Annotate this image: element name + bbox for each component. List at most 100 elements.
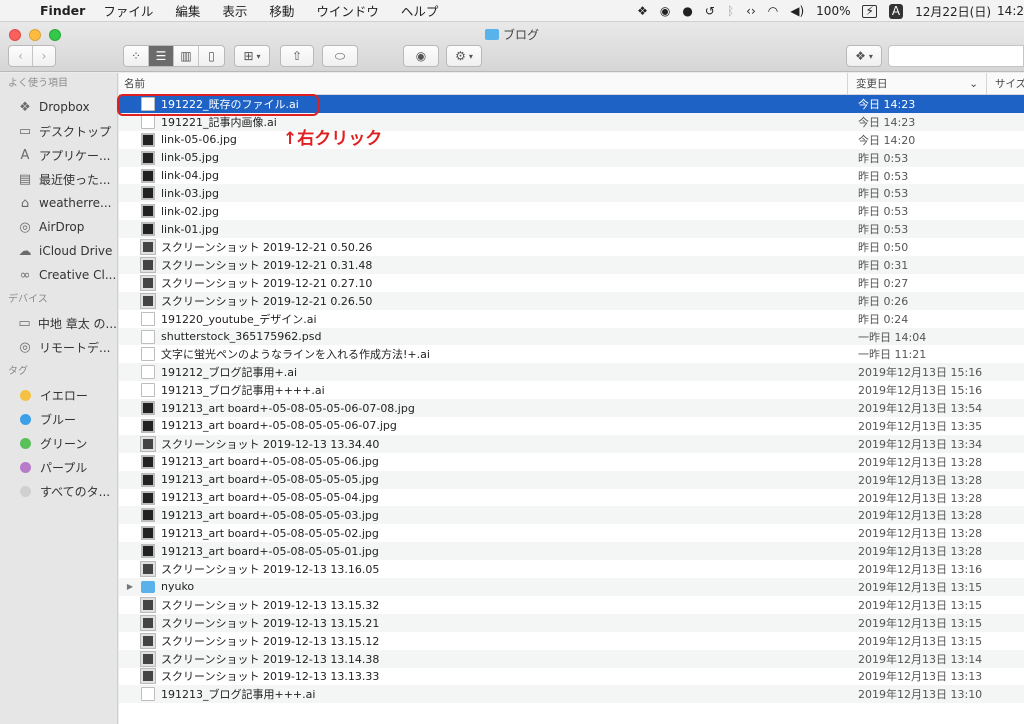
file-row[interactable]: link-03.jpg 昨日 0:53 [119, 184, 1024, 203]
sidebar-tag-label: ブルー [40, 412, 77, 427]
volume-icon[interactable]: ◀) [790, 4, 804, 18]
dropbox-button[interactable]: ❖ ▾ [846, 45, 882, 67]
menubar-time[interactable]: 14:2 [997, 4, 1024, 18]
code-icon[interactable]: ‹› [746, 4, 756, 18]
file-row[interactable]: スクリーンショット 2019-12-21 0.26.50 昨日 0:26 [119, 291, 1024, 310]
file-modified-date: 2019年12月13日 13:15 [858, 634, 983, 648]
input-source-icon[interactable]: A [888, 3, 904, 19]
screenshot-file-icon [140, 650, 156, 667]
wifi-icon[interactable]: ◠ [768, 4, 778, 18]
file-modified-date: 今日 14:20 [858, 133, 916, 147]
sidebar-item[interactable]: ❖ Dropbox [0, 95, 117, 119]
sidebar-item[interactable]: A アプリケー... [0, 143, 117, 167]
file-row[interactable]: 191213_art board+-05-08-05-05-05.jpg 2019… [119, 470, 1024, 489]
screenshot-file-icon [140, 292, 156, 309]
sidebar-item-label: AirDrop [39, 220, 85, 234]
file-modified-date: 2019年12月13日 13:28 [858, 455, 983, 469]
menu-go[interactable]: 移動 [269, 1, 294, 20]
file-row[interactable]: shutterstock_365175962.psd 一昨日 14:04 [119, 327, 1024, 346]
document-icon [141, 114, 155, 129]
bluetooth-icon[interactable]: ᛒ [727, 4, 734, 18]
action-button[interactable]: ⚙ ▾ [446, 45, 482, 67]
icon-view-icon[interactable]: ⁘ [124, 46, 149, 66]
share-button[interactable]: ⇧ [280, 45, 314, 67]
file-row[interactable]: 191213_ブログ記事用++++.ai 2019年12月13日 15:16 [119, 381, 1024, 400]
menubar-date[interactable]: 12月22日(日) [915, 3, 991, 20]
file-row[interactable]: スクリーンショット 2019-12-13 13.16.05 2019年12月13日… [119, 560, 1024, 579]
tags-button[interactable]: ⬭ [322, 45, 358, 67]
document-icon [141, 329, 155, 344]
file-row[interactable]: スクリーンショット 2019-12-13 13.15.21 2019年12月13日… [119, 613, 1024, 632]
time-machine-icon[interactable]: ↺ [705, 4, 715, 18]
image-file-icon [141, 168, 155, 183]
forward-button[interactable]: › [33, 46, 55, 66]
sidebar-item[interactable]: ⌂ weatherre... [0, 191, 117, 215]
cover-flow-icon[interactable]: ▯ [199, 46, 224, 66]
sidebar-item[interactable]: ☁ iCloud Drive [0, 239, 117, 263]
column-date-header[interactable]: 変更日 ⌄ [848, 73, 987, 94]
file-row[interactable]: スクリーンショット 2019-12-13 13.15.12 2019年12月13日… [119, 631, 1024, 650]
battery-percent[interactable]: 100% [816, 4, 850, 18]
file-modified-date: 2019年12月13日 13:13 [858, 670, 983, 684]
file-row[interactable]: 191213_art board+-05-08-05-05-03.jpg 2019… [119, 506, 1024, 525]
list-view-icon[interactable]: ☰ [149, 46, 174, 66]
quick-look-button[interactable]: ◉ [403, 45, 439, 67]
search-input[interactable] [888, 45, 1024, 67]
disclosure-triangle-icon[interactable]: ▶ [119, 582, 141, 591]
sidebar-tag-item[interactable]: グリーン [0, 431, 117, 455]
file-row[interactable]: link-02.jpg 昨日 0:53 [119, 202, 1024, 221]
sidebar-item[interactable]: ▭ 中地 章太 の... [0, 311, 117, 335]
file-row[interactable]: スクリーンショット 2019-12-21 0.50.26 昨日 0:50 [119, 238, 1024, 257]
column-name-header[interactable]: 名前 [119, 73, 848, 94]
home-icon: ⌂ [20, 195, 30, 211]
file-row[interactable]: 191213_art board+-05-08-05-05-06-07.jpg 2… [119, 417, 1024, 435]
sidebar-tag-item[interactable]: パープル [0, 455, 117, 479]
window-toolbar: ブログ ‹ › ⁘ ☰ ▥ ▯ ⊞ ▾ ⇧ ⬭ ◉ ⚙ ▾ ❖ ▾ [0, 22, 1024, 72]
sidebar-tag-item[interactable]: イエロー [0, 383, 117, 407]
sidebar-tag-item[interactable]: ブルー [0, 407, 117, 431]
creative-cloud-status-icon[interactable]: ◉ [660, 4, 670, 18]
file-row[interactable]: 191213_art board+-05-08-05-05-06.jpg 2019… [119, 452, 1024, 471]
file-row[interactable]: 191213_art board+-05-08-05-05-04.jpg 2019… [119, 488, 1024, 507]
file-modified-date: 今日 14:23 [858, 97, 916, 111]
sidebar-item[interactable]: ◎ AirDrop [0, 215, 117, 239]
file-row[interactable]: 191213_art board+-05-08-05-05-06-07-08.j… [119, 399, 1024, 418]
file-name: link-05-06.jpg [161, 133, 237, 147]
menu-app-name[interactable]: Finder [40, 3, 85, 18]
dropbox-status-icon[interactable]: ❖ [637, 4, 648, 18]
back-button[interactable]: ‹ [9, 46, 33, 66]
column-view-icon[interactable]: ▥ [174, 46, 199, 66]
file-row[interactable]: スクリーンショット 2019-12-21 0.27.10 昨日 0:27 [119, 273, 1024, 292]
file-row[interactable]: スクリーンショット 2019-12-13 13.15.32 2019年12月13日… [119, 595, 1024, 614]
menu-view[interactable]: 表示 [222, 1, 247, 20]
file-row[interactable]: スクリーンショット 2019-12-13 13.34.40 2019年12月13日… [119, 434, 1024, 453]
file-row[interactable]: スクリーンショット 2019-12-21 0.31.48 昨日 0:31 [119, 256, 1024, 274]
menu-edit[interactable]: 編集 [175, 1, 200, 20]
sidebar-item[interactable]: ▭ デスクトップ [0, 119, 117, 143]
file-row[interactable]: ▶ nyuko 2019年12月13日 13:15 [119, 578, 1024, 596]
menu-file[interactable]: ファイル [103, 1, 153, 20]
file-row[interactable]: 191213_art board+-05-08-05-05-02.jpg 2019… [119, 524, 1024, 543]
file-row[interactable]: スクリーンショット 2019-12-13 13.14.38 2019年12月13日… [119, 649, 1024, 668]
file-row[interactable]: 191220_youtube_デザイン.ai 昨日 0:24 [119, 309, 1024, 328]
file-row[interactable]: 文字に蛍光ペンのようなラインを入れる作成方法!+.ai 一昨日 11:21 [119, 345, 1024, 364]
arrange-button[interactable]: ⊞ ▾ [234, 45, 270, 67]
menu-help[interactable]: ヘルプ [401, 1, 439, 20]
file-row[interactable]: link-05.jpg 昨日 0:53 [119, 148, 1024, 167]
menu-window[interactable]: ウインドウ [316, 1, 379, 20]
line-status-icon[interactable]: ● [682, 4, 692, 18]
sidebar-item[interactable]: ∞ Creative Cl... [0, 263, 117, 287]
file-row[interactable]: link-01.jpg 昨日 0:53 [119, 220, 1024, 239]
sidebar-item[interactable]: ▤ 最近使った... [0, 167, 117, 191]
file-row[interactable]: 191212_ブログ記事用+.ai 2019年12月13日 15:16 [119, 363, 1024, 382]
column-size-header[interactable]: サイズ [987, 73, 1024, 94]
sidebar-item[interactable]: ◎ リモートデ... [0, 335, 117, 359]
file-row[interactable]: 191213_art board+-05-08-05-05-01.jpg 2019… [119, 542, 1024, 561]
file-row[interactable]: link-04.jpg 昨日 0:53 [119, 166, 1024, 185]
file-row[interactable]: 191213_ブログ記事用+++.ai 2019年12月13日 13:10 [119, 685, 1024, 704]
sidebar-tag-item[interactable]: すべてのタ... [0, 479, 117, 503]
battery-icon[interactable]: ⚡ [862, 4, 877, 18]
sidebar-item-label: weatherre... [39, 196, 112, 210]
file-row[interactable]: スクリーンショット 2019-12-13 13.13.33 2019年12月13日… [119, 667, 1024, 686]
file-row[interactable]: link-05-06.jpg 今日 14:20 [119, 130, 1024, 149]
